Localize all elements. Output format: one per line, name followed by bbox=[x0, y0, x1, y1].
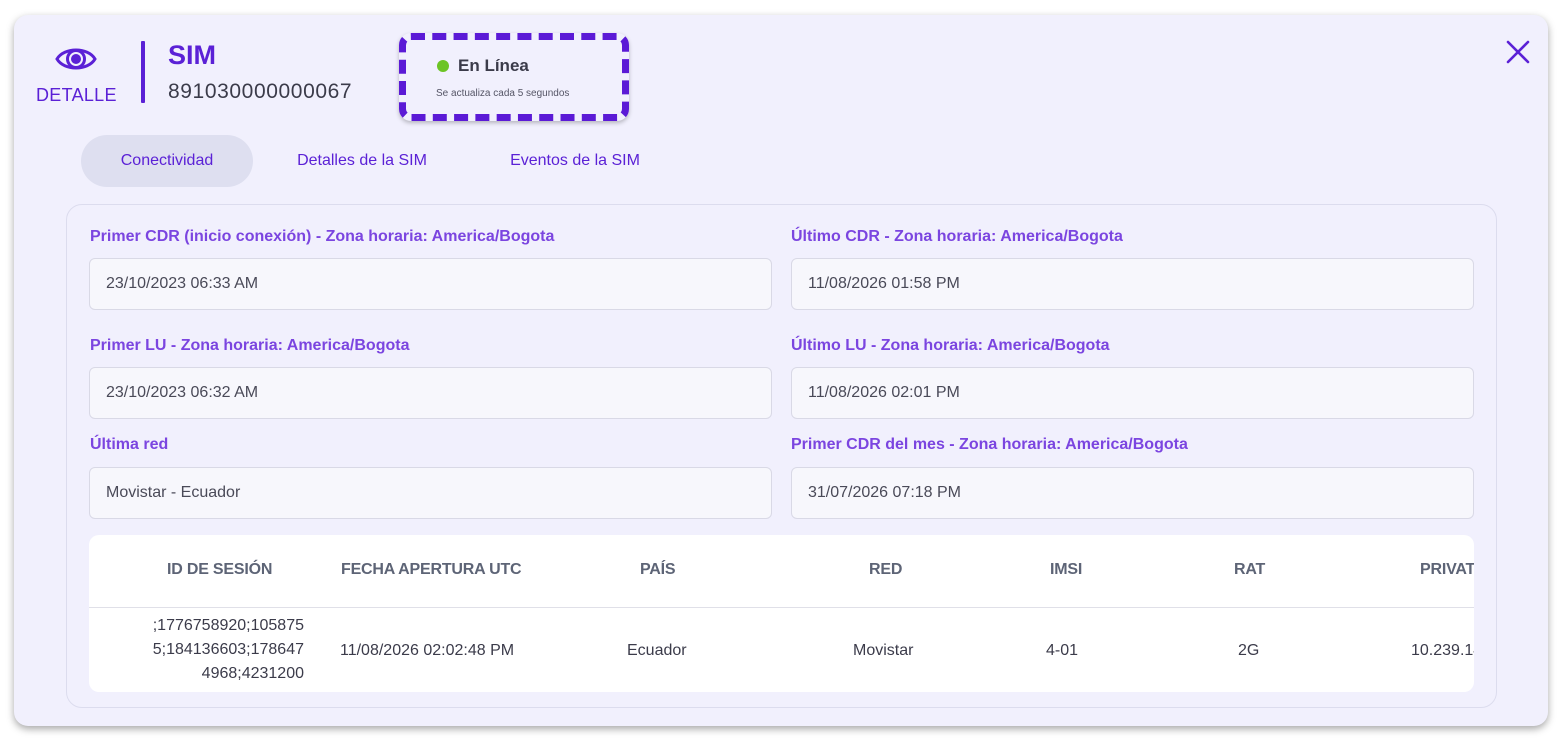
primer-cdr-label: Primer CDR (inicio conexión) - Zona hora… bbox=[90, 228, 555, 245]
close-icon[interactable] bbox=[1506, 40, 1530, 64]
ultima-red-field: Movistar - Ecuador bbox=[89, 467, 772, 519]
column-header-imsi: IMSI bbox=[1050, 561, 1083, 578]
cell-private-ip: 10.239.14 bbox=[1411, 642, 1474, 659]
sim-iccid: 891030000000067 bbox=[168, 80, 353, 103]
sim-title: SIM bbox=[168, 40, 217, 70]
tab-detalles-sim[interactable]: Detalles de la SIM bbox=[278, 135, 446, 187]
status-refresh-note: Se actualiza cada 5 segundos bbox=[436, 88, 570, 99]
column-header-pais: PAÍS bbox=[640, 561, 676, 578]
cell-fecha-apertura: 11/08/2026 02:02:48 PM bbox=[340, 642, 515, 659]
table-header-divider bbox=[89, 607, 1474, 608]
cell-rat: 2G bbox=[1238, 642, 1260, 659]
detalle-label: DETALLE bbox=[36, 85, 117, 105]
ultima-red-label: Última red bbox=[90, 436, 169, 453]
column-header-fecha-apertura: FECHA APERTURA UTC bbox=[341, 561, 522, 578]
status-indicator: En Línea Se actualiza cada 5 segundos bbox=[399, 33, 629, 121]
sessions-table: ID DE SESIÓN FECHA APERTURA UTC PAÍS RED… bbox=[89, 535, 1474, 692]
status-text: En Línea bbox=[458, 56, 529, 75]
primer-lu-label: Primer LU - Zona horaria: America/Bogota bbox=[90, 337, 410, 354]
cell-imsi: 4-01 bbox=[1046, 642, 1079, 659]
primer-cdr-mes-label: Primer CDR del mes - Zona horaria: Ameri… bbox=[791, 436, 1188, 453]
cell-session-id: ;1776758920;105875 5;184136603;178647 49… bbox=[152, 617, 304, 682]
cell-red: Movistar bbox=[853, 642, 914, 659]
ultimo-cdr-label: Último CDR - Zona horaria: America/Bogot… bbox=[791, 228, 1123, 245]
column-header-private-ip: PRIVAT bbox=[1420, 561, 1474, 578]
tab-eventos-sim[interactable]: Eventos de la SIM bbox=[492, 135, 658, 187]
column-header-rat: RAT bbox=[1234, 561, 1266, 578]
eye-icon bbox=[55, 48, 97, 70]
primer-cdr-field: 23/10/2023 06:33 AM bbox=[89, 258, 772, 310]
online-status-dot bbox=[437, 60, 449, 72]
column-header-red: RED bbox=[869, 561, 903, 578]
cell-pais: Ecuador bbox=[627, 642, 687, 659]
primer-cdr-mes-field: 31/07/2026 07:18 PM bbox=[791, 467, 1474, 519]
ultimo-lu-label: Último LU - Zona horaria: America/Bogota bbox=[791, 337, 1110, 354]
column-header-session-id: ID DE SESIÓN bbox=[167, 561, 273, 578]
ultimo-cdr-field: 11/08/2026 01:58 PM bbox=[791, 258, 1474, 310]
ultimo-lu-field: 11/08/2026 02:01 PM bbox=[791, 367, 1474, 419]
tab-conectividad[interactable]: Conectividad bbox=[81, 135, 253, 187]
primer-lu-field: 23/10/2023 06:32 AM bbox=[89, 367, 772, 419]
header-divider bbox=[141, 41, 145, 103]
